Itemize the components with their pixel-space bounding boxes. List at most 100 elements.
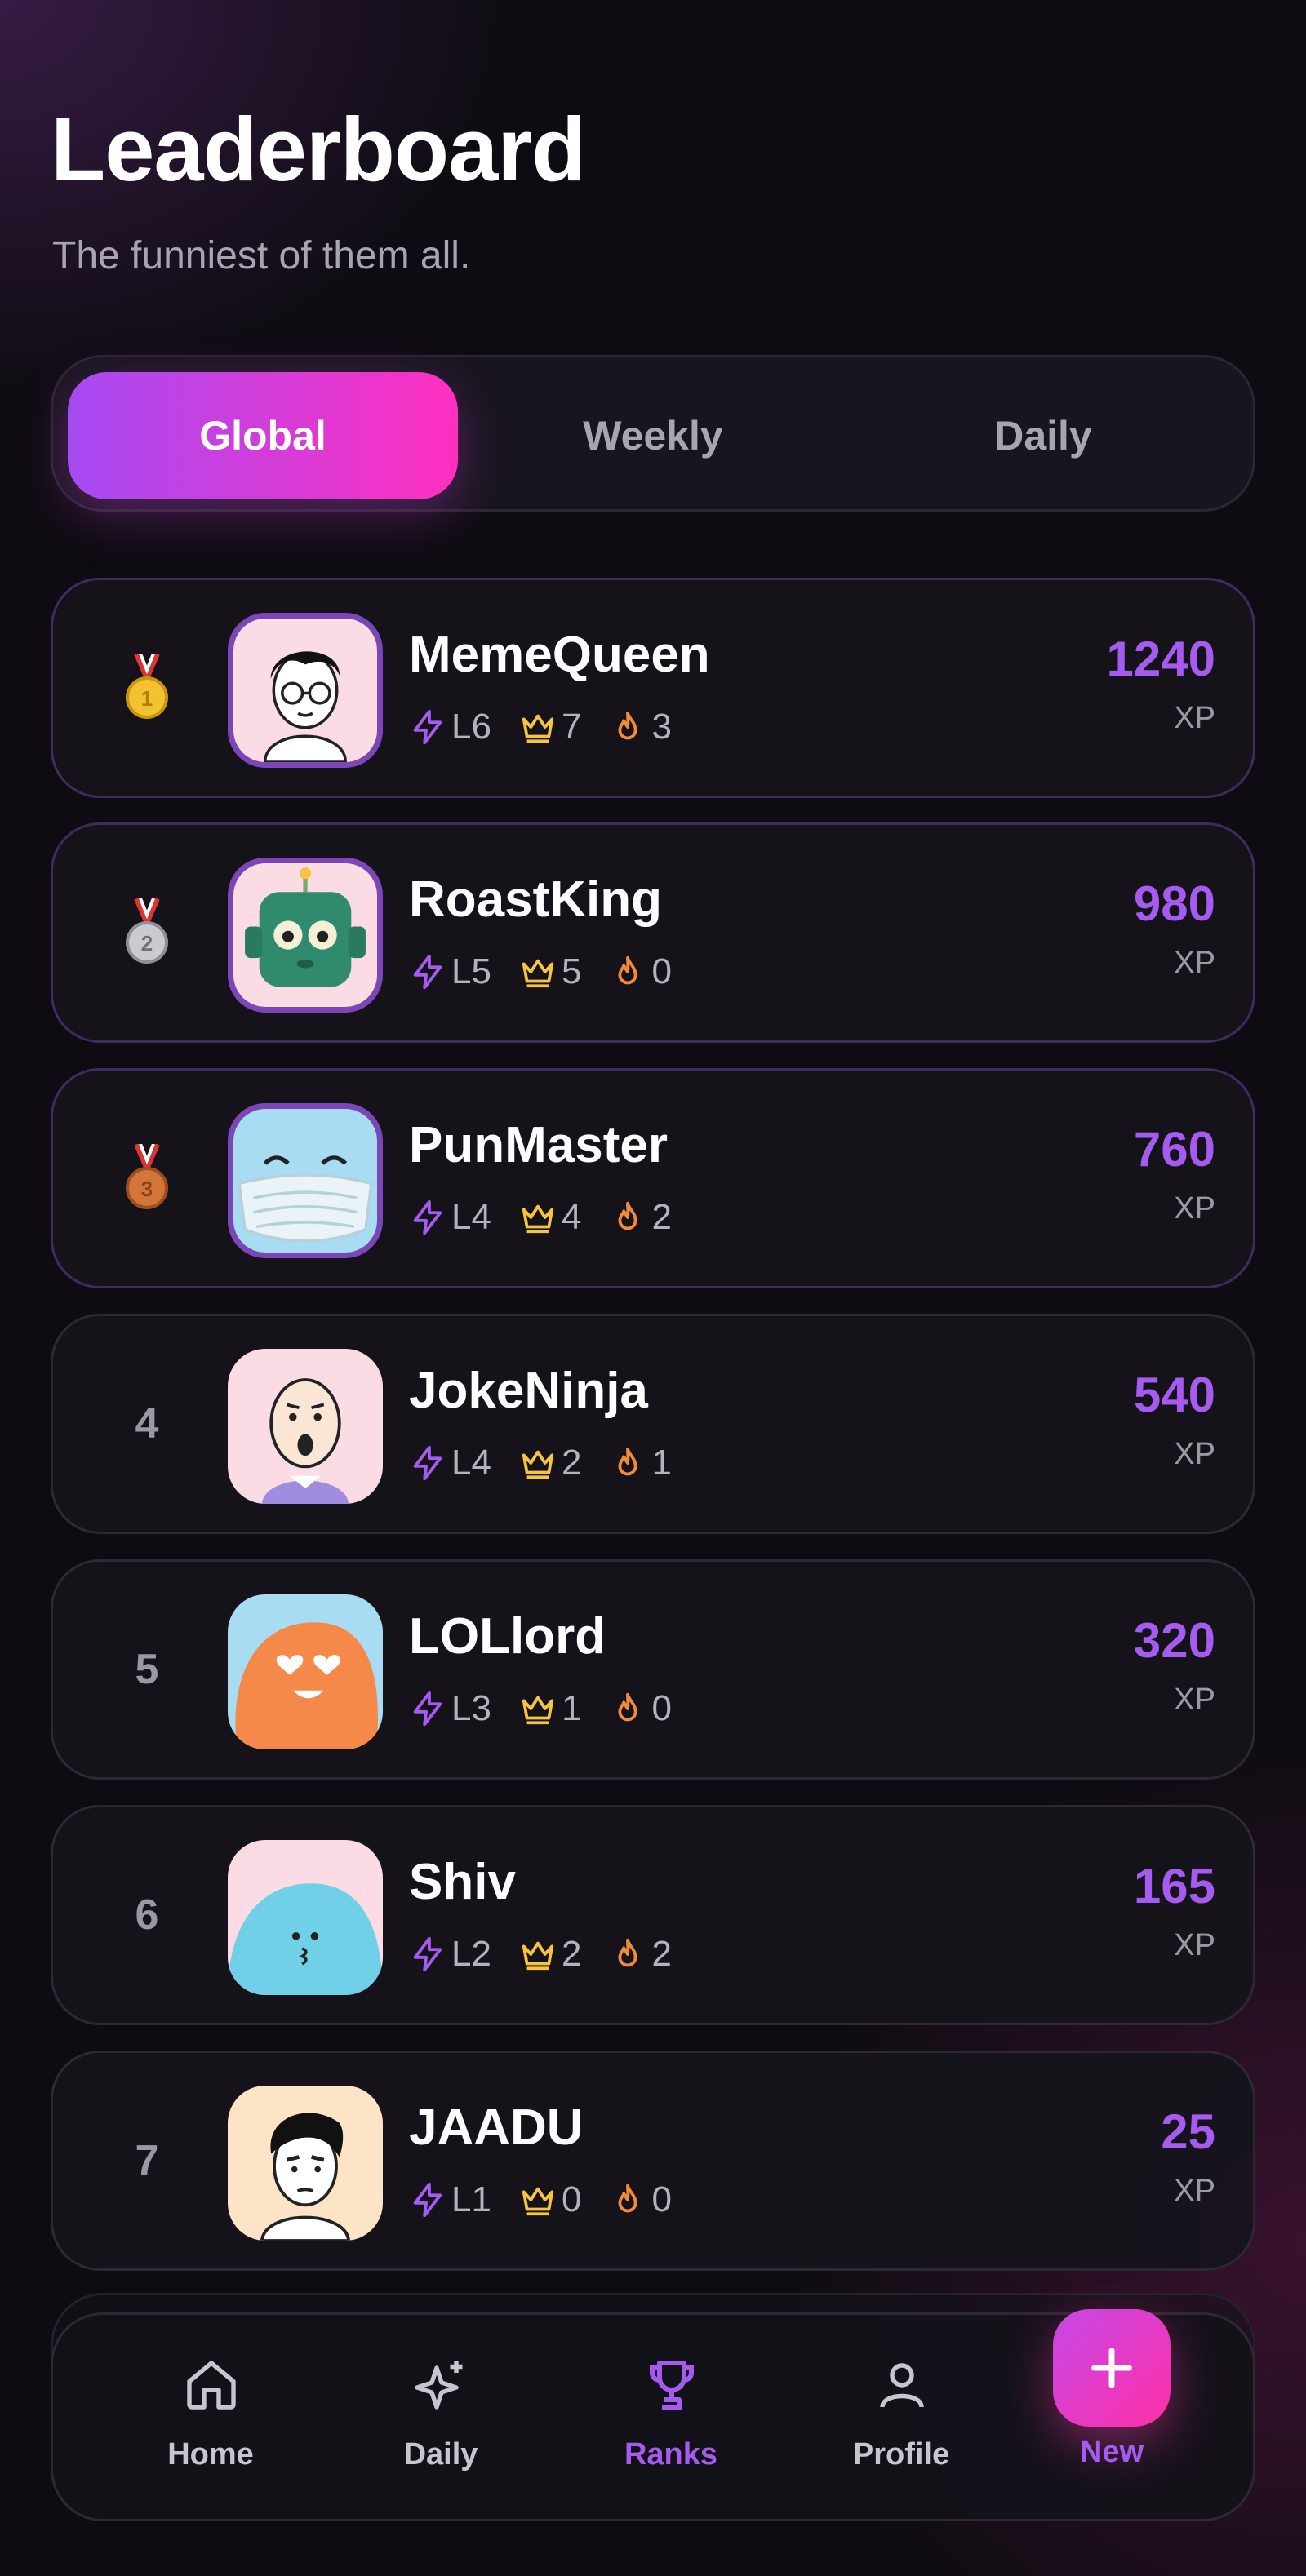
svg-text:1: 1 <box>141 686 153 711</box>
new-label: New <box>1079 2435 1144 2469</box>
xp-score: 1240 <box>1106 632 1215 686</box>
player-name: PunMaster <box>409 1117 668 1173</box>
streak-value: 3 <box>651 707 672 747</box>
xp-score: 540 <box>1133 1368 1215 1422</box>
streak-value: 0 <box>651 2179 672 2219</box>
trophy-icon <box>650 2361 694 2410</box>
xp-unit: XP <box>1174 701 1215 735</box>
nav-profile[interactable]: Profile <box>786 2315 1016 2519</box>
crowns-value: 4 <box>561 1197 582 1237</box>
blue-kiss-blob-avatar <box>228 1840 383 1995</box>
rank-number: 6 <box>135 1891 159 1939</box>
xp-score: 980 <box>1133 876 1215 931</box>
xp-unit: XP <box>1174 1683 1215 1717</box>
leaderboard-row[interactable]: 2 RoastKing L5 5 0 980 XP <box>51 822 1255 1043</box>
face-mask-avatar <box>228 1103 383 1258</box>
bald-man-avatar <box>228 1349 383 1504</box>
crowns-value: 7 <box>561 707 582 747</box>
crown-icon <box>519 2181 557 2219</box>
player-name: LOLlord <box>409 1608 606 1665</box>
crowns-value: 2 <box>561 1934 582 1974</box>
level-value: L4 <box>451 1197 491 1237</box>
nav-daily[interactable]: Daily <box>326 2315 556 2519</box>
level-value: L4 <box>451 1443 491 1483</box>
bolt-icon <box>409 1444 446 1482</box>
leaderboard-row[interactable]: 7 JAADU L1 0 0 25 XP <box>51 2051 1255 2271</box>
crown-icon <box>519 1444 557 1482</box>
nav-label: Home <box>167 2437 254 2472</box>
plus-icon <box>1091 2348 1132 2388</box>
flame-icon <box>609 953 646 991</box>
streak-value: 0 <box>651 951 672 991</box>
leaderboard-row[interactable]: 1 MemeQueen L6 7 3 1240 XP <box>51 578 1255 798</box>
new-post-button[interactable] <box>1053 2309 1171 2427</box>
flame-icon <box>609 1690 646 1727</box>
tab-weekly[interactable]: Weekly <box>458 372 848 499</box>
flame-icon <box>609 1444 646 1482</box>
crowns-value: 2 <box>561 1443 582 1483</box>
silver-medal-icon: 2 <box>102 825 192 1040</box>
flame-icon <box>609 1199 646 1236</box>
flame-icon <box>609 1935 646 1973</box>
streak-value: 1 <box>651 1443 672 1483</box>
streak-value: 2 <box>651 1934 672 1974</box>
xp-unit: XP <box>1174 2174 1215 2208</box>
bronze-medal-icon: 3 <box>102 1071 192 1286</box>
player-name: Shiv <box>409 1854 516 1910</box>
nav-home[interactable]: Home <box>96 2315 326 2519</box>
green-robot-avatar <box>228 858 383 1013</box>
tab-global[interactable]: Global <box>68 372 458 499</box>
nav-label: Profile <box>852 2437 950 2472</box>
level-value: L5 <box>451 951 491 991</box>
crowns-value: 5 <box>561 951 582 991</box>
xp-score: 25 <box>1161 2104 1215 2159</box>
level-value: L3 <box>451 1688 491 1728</box>
xp-unit: XP <box>1174 1191 1215 1226</box>
xp-score: 320 <box>1133 1613 1215 1668</box>
level-value: L1 <box>451 2179 491 2219</box>
svg-text:3: 3 <box>141 1177 153 1201</box>
nav-label: Ranks <box>624 2437 718 2472</box>
streak-value: 2 <box>651 1197 672 1237</box>
nav-ranks[interactable]: Ranks <box>556 2315 786 2519</box>
crown-icon <box>519 953 557 991</box>
rank-number: 7 <box>135 2137 159 2184</box>
level-value: L2 <box>451 1934 491 1974</box>
leaderboard-row[interactable]: 5 LOLlord L3 1 0 320 XP <box>51 1559 1255 1780</box>
crowns-value: 1 <box>561 1688 582 1728</box>
tab-daily[interactable]: Daily <box>848 372 1238 499</box>
leaderboard-row[interactable]: 3 PunMaster L4 4 2 760 XP <box>51 1068 1255 1288</box>
heart-eyes-blob-avatar <box>228 1594 383 1749</box>
svg-text:2: 2 <box>141 931 153 955</box>
flame-icon <box>609 2181 646 2219</box>
bolt-icon <box>409 2181 446 2219</box>
period-tabs: Global Weekly Daily <box>51 355 1255 512</box>
streak-value: 0 <box>651 1688 672 1728</box>
glasses-guy-avatar <box>228 613 383 768</box>
nav-label: Daily <box>403 2437 478 2472</box>
flame-icon <box>609 708 646 746</box>
page-subtitle: The funniest of them all. <box>52 234 471 277</box>
bolt-icon <box>409 1690 446 1727</box>
bolt-icon <box>409 708 446 746</box>
crown-icon <box>519 1199 557 1236</box>
player-name: JAADU <box>409 2099 584 2156</box>
leaderboard-row[interactable]: 6 Shiv L2 2 2 165 XP <box>51 1805 1255 2025</box>
xp-score: 165 <box>1133 1859 1215 1913</box>
leaderboard-row[interactable]: 4 JokeNinja L4 2 1 540 XP <box>51 1314 1255 1534</box>
gold-medal-icon: 1 <box>102 580 192 796</box>
user-icon <box>880 2363 924 2408</box>
dark-hair-man-avatar <box>228 2086 383 2241</box>
level-value: L6 <box>451 707 491 747</box>
xp-unit: XP <box>1174 1437 1215 1471</box>
bolt-icon <box>409 1199 446 1236</box>
xp-score: 760 <box>1133 1122 1215 1177</box>
crowns-value: 0 <box>561 2179 582 2219</box>
player-name: JokeNinja <box>409 1363 648 1419</box>
player-name: MemeQueen <box>409 627 710 683</box>
crown-icon <box>519 1690 557 1727</box>
rank-number: 4 <box>135 1400 159 1448</box>
page-title: Leaderboard <box>51 100 586 200</box>
xp-unit: XP <box>1174 1928 1215 1962</box>
home-icon <box>187 2361 236 2410</box>
